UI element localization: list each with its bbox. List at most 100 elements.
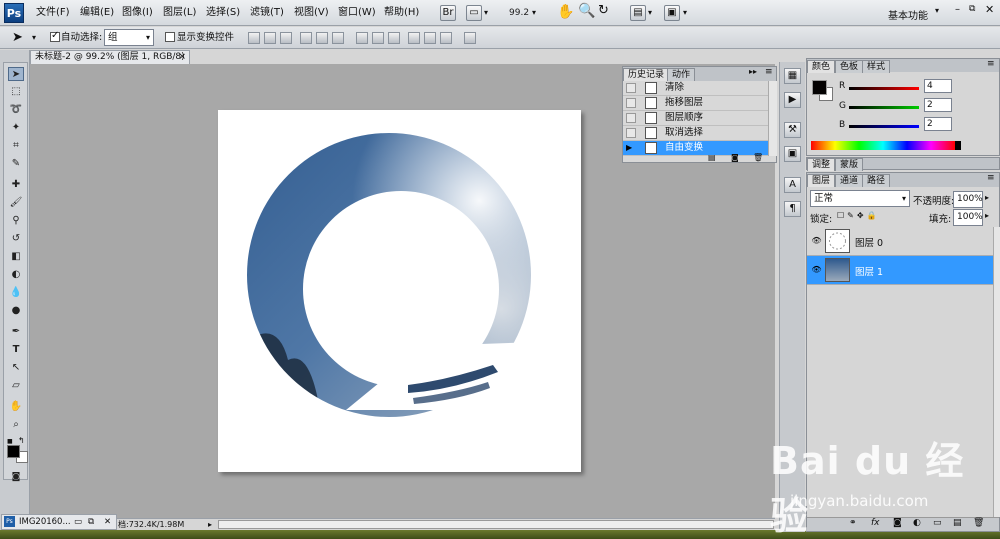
history-brush-tool-icon[interactable]: ↺: [8, 232, 24, 246]
type-tool-icon[interactable]: T: [8, 343, 24, 357]
mini-restore-icon[interactable]: ⧉: [88, 515, 94, 529]
menu-layer[interactable]: 图层(L): [163, 0, 196, 26]
b-slider[interactable]: [849, 125, 919, 128]
visibility-eye-icon[interactable]: 👁: [811, 265, 822, 274]
close-tab-icon[interactable]: ×: [178, 51, 186, 64]
quick-select-tool-icon[interactable]: ✦: [8, 121, 24, 135]
tab-actions[interactable]: 动作: [667, 68, 696, 81]
history-item[interactable]: 拖移图层: [623, 96, 768, 111]
g-slider[interactable]: [849, 106, 919, 109]
arrange-documents-icon[interactable]: ▤: [630, 5, 646, 21]
menu-edit[interactable]: 编辑(E): [80, 0, 114, 26]
history-item[interactable]: 取消选择: [623, 126, 768, 141]
history-scrollbar[interactable]: [768, 81, 777, 156]
pen-tool-icon[interactable]: ✒: [8, 325, 24, 339]
mini-close-icon[interactable]: ✕: [104, 515, 111, 529]
mini-minimize-icon[interactable]: ▭: [74, 515, 82, 529]
foreground-color-swatch[interactable]: [7, 445, 20, 458]
eyedropper-tool-icon[interactable]: ✎: [8, 157, 24, 171]
opacity-input[interactable]: 100%: [953, 191, 983, 208]
screen-mode-icon[interactable]: ▭: [466, 5, 482, 21]
zoom-tool-icon[interactable]: 🔍: [578, 3, 595, 19]
layer-row[interactable]: 👁 图层 0: [807, 227, 993, 256]
panel-collapse-icon[interactable]: ▸▸: [749, 67, 757, 76]
lock-icons[interactable]: ☐✎✥🔒: [837, 211, 880, 220]
hand-tool-icon[interactable]: ✋: [557, 4, 574, 20]
minimize-icon[interactable]: –: [955, 4, 960, 15]
menu-view[interactable]: 视图(V): [294, 0, 329, 26]
align-bottom-icon[interactable]: [280, 32, 292, 44]
zoom-tool-panel-icon[interactable]: ⌕: [8, 418, 24, 432]
align-left-icon[interactable]: [300, 32, 312, 44]
clone-stamp-tool-icon[interactable]: ⚲: [8, 214, 24, 228]
tab-swatches[interactable]: 色板: [835, 60, 864, 73]
menu-image[interactable]: 图像(I): [122, 0, 153, 26]
preset-dropdown-icon[interactable]: ▾: [32, 33, 36, 42]
tab-styles[interactable]: 样式: [862, 60, 891, 73]
show-transform-checkbox[interactable]: [165, 32, 175, 42]
bridge-icon[interactable]: Br: [440, 5, 456, 21]
paragraph-panel-icon[interactable]: ¶: [784, 201, 801, 217]
new-snapshot-icon[interactable]: ◙: [731, 153, 739, 162]
hand-tool-panel-icon[interactable]: ✋: [8, 400, 24, 414]
quick-mask-icon[interactable]: ◙: [8, 470, 24, 484]
move-tool-preset-icon[interactable]: ➤: [12, 30, 23, 45]
document-canvas[interactable]: [218, 110, 581, 472]
swap-colors-icon[interactable]: ↰: [18, 436, 25, 445]
distribute-vcenter-icon[interactable]: [372, 32, 384, 44]
screen-dropdown-icon[interactable]: ▾: [683, 8, 687, 17]
menu-select[interactable]: 选择(S): [206, 0, 240, 26]
dodge-tool-icon[interactable]: ●: [8, 304, 24, 318]
r-value-input[interactable]: 4: [924, 79, 952, 93]
fg-color-box[interactable]: [812, 80, 827, 95]
blend-mode-select[interactable]: 正常 ▾: [810, 190, 910, 207]
color-panel-menu-icon[interactable]: ≡: [987, 59, 995, 69]
b-value-input[interactable]: 2: [924, 117, 952, 131]
minimized-document[interactable]: Ps IMG20160... ▭ ⧉ ✕: [1, 514, 117, 530]
new-doc-from-state-icon[interactable]: ▤: [708, 153, 716, 162]
close-icon[interactable]: ✕: [985, 3, 994, 16]
menu-file[interactable]: 文件(F): [36, 0, 70, 26]
tab-channels[interactable]: 通道: [835, 174, 864, 187]
shape-tool-icon[interactable]: ▱: [8, 379, 24, 393]
history-item[interactable]: 图层顺序: [623, 111, 768, 126]
distribute-hcenter-icon[interactable]: [424, 32, 436, 44]
history-item[interactable]: 清除: [623, 81, 768, 96]
status-arrow-icon[interactable]: ▸: [208, 519, 212, 530]
history-panel-icon[interactable]: ▦: [784, 68, 801, 84]
workspace-switcher[interactable]: 基本功能: [888, 7, 928, 22]
rotate-view-icon[interactable]: ↻: [598, 3, 609, 18]
menu-filter[interactable]: 滤镜(T): [250, 0, 284, 26]
menu-help[interactable]: 帮助(H): [384, 0, 419, 26]
tab-masks[interactable]: 蒙版: [835, 158, 864, 171]
screen-mode-button-icon[interactable]: ▣: [664, 5, 680, 21]
fill-arrow-icon[interactable]: ▸: [985, 211, 989, 220]
color-spectrum-bar[interactable]: [811, 141, 955, 150]
tab-color[interactable]: 颜色: [807, 60, 836, 73]
tab-paths[interactable]: 路径: [862, 174, 891, 187]
distribute-top-icon[interactable]: [356, 32, 368, 44]
arrange-dropdown-icon[interactable]: ▾: [648, 8, 652, 17]
marquee-tool-icon[interactable]: ⬚: [8, 85, 24, 99]
crop-tool-icon[interactable]: ⌗: [8, 139, 24, 153]
paint-bucket-tool-icon[interactable]: ◐: [8, 268, 24, 282]
horizontal-scrollbar[interactable]: [218, 520, 774, 529]
document-tab[interactable]: 未标题-2 @ 99.2% (图层 1, RGB/8) * ×: [30, 50, 190, 75]
lasso-tool-icon[interactable]: ➰: [8, 103, 24, 117]
auto-select-checkbox[interactable]: ✓: [50, 30, 60, 42]
distribute-left-icon[interactable]: [408, 32, 420, 44]
fill-input[interactable]: 100%: [953, 209, 983, 226]
path-select-tool-icon[interactable]: ↖: [8, 361, 24, 375]
restore-icon[interactable]: ⧉: [969, 4, 975, 14]
healing-brush-tool-icon[interactable]: ✚: [8, 178, 24, 192]
tab-adjustments[interactable]: 调整: [807, 158, 836, 171]
default-colors-icon[interactable]: ■: [7, 438, 15, 445]
zoom-dropdown-icon[interactable]: ▾: [532, 8, 536, 17]
menu-window[interactable]: 窗口(W): [338, 0, 376, 26]
workspace-dropdown-icon[interactable]: ▾: [935, 6, 939, 15]
distribute-bottom-icon[interactable]: [388, 32, 400, 44]
clone-source-icon[interactable]: ▣: [784, 146, 801, 162]
blur-tool-icon[interactable]: 💧: [8, 286, 24, 300]
actions-panel-icon[interactable]: ▶: [784, 92, 801, 108]
visibility-eye-icon[interactable]: 👁: [811, 236, 822, 245]
